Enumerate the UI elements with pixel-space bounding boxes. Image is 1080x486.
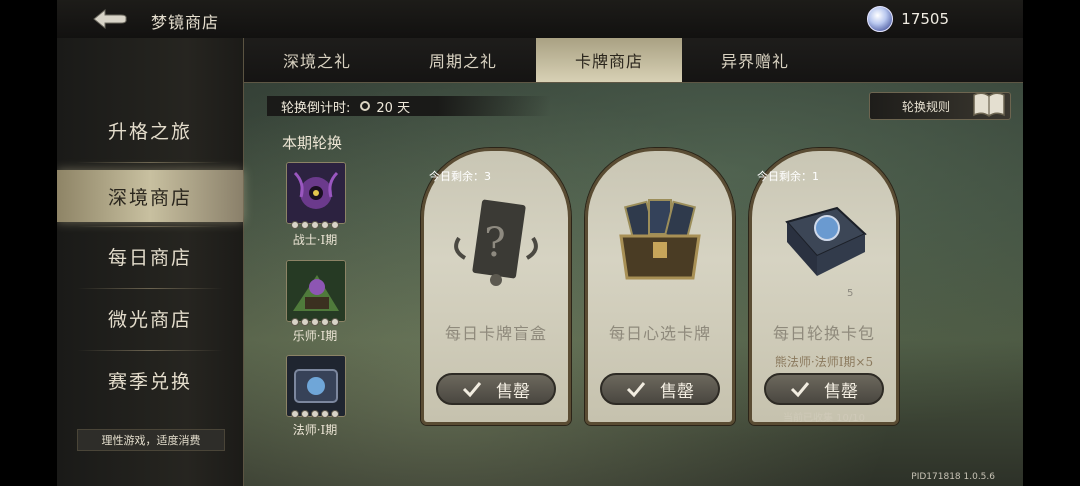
collection-progress: 当前已收集 10/10: [783, 413, 865, 424]
product-card-daily-pick[interactable]: 每日心选卡牌 售罄: [585, 130, 735, 425]
sold-out-button[interactable]: 售罄: [600, 373, 720, 405]
rotation-label-warrior: 战士·I期: [292, 233, 338, 247]
tab-card-shop[interactable]: 卡牌商店: [536, 38, 682, 82]
sidebar-item-glimmer-shop[interactable]: 微光商店: [57, 292, 243, 344]
product-name: 每日卡牌盲盒: [444, 324, 547, 343]
card-chest-icon: [619, 199, 701, 280]
sidebar-item-deep-shop[interactable]: 深境商店: [57, 170, 243, 222]
rotation-label-musician: 乐师·I期: [292, 329, 338, 343]
sidebar-item-season-exchange[interactable]: 赛季兑换: [57, 354, 243, 406]
tab-otherworld-gift[interactable]: 异界赠礼: [682, 38, 828, 82]
mage-card-pack-art: [287, 356, 345, 416]
rotation-countdown: 轮换倒计时: 20 天: [267, 96, 551, 116]
shop-tabs: 深境之礼 周期之礼 卡牌商店 异界赠礼: [244, 38, 1023, 83]
card-pack-icon: [785, 206, 867, 276]
sold-out-label: 售罄: [496, 381, 530, 402]
tab-deep-gift[interactable]: 深境之礼: [244, 38, 390, 82]
shop-screen: 梦镜商店 17505 升格之旅 深境商店 每日商店 微光商店 赛季兑换 理性游戏…: [57, 0, 1023, 486]
mystery-card-icon: ?: [454, 199, 538, 286]
product-card-rotation-pack[interactable]: 今日剩余：1 5 每日轮换卡包 熊法师·法师I期×5 售罄 当前已收集 10/1…: [749, 130, 899, 425]
sold-out-label: 售罄: [824, 381, 858, 402]
sidebar: 升格之旅 深境商店 每日商店 微光商店 赛季兑换 理性游戏，适度消费: [57, 38, 244, 486]
product-name: 每日轮换卡包: [772, 324, 875, 343]
version-info: PID171818 1.0.5.6: [911, 472, 995, 482]
sidebar-divider: [77, 350, 223, 351]
countdown-value: 20 天: [376, 100, 411, 116]
product-subtitle: 熊法师·法师I期×5: [774, 355, 874, 369]
clock-icon: [360, 101, 371, 111]
check-icon: [790, 382, 810, 398]
currency-value: 17505: [901, 10, 949, 28]
play-responsibly-notice: 理性游戏，适度消费: [77, 429, 225, 451]
sidebar-divider: [77, 288, 223, 289]
warrior-card-art: [287, 163, 345, 223]
musician-card-art: [287, 261, 345, 321]
product-card-blind-box[interactable]: 今日剩余：3 ? 每日卡牌盲盒 售罄: [421, 130, 571, 425]
top-bar: 梦镜商店 17505: [57, 0, 1023, 39]
dream-crystal-icon: [867, 6, 894, 32]
rotation-card-mage[interactable]: [286, 355, 346, 417]
product-name: 每日心选卡牌: [608, 324, 711, 343]
book-icon: [973, 92, 1005, 117]
rules-label: 轮换规则: [902, 99, 951, 114]
sold-out-button[interactable]: 售罄: [764, 373, 884, 405]
sidebar-divider: [77, 162, 223, 163]
remaining-count: 今日剩余：1: [757, 170, 819, 183]
sidebar-divider: [77, 226, 223, 227]
rotation-card-musician[interactable]: [286, 260, 346, 322]
remaining-count: 今日剩余：3: [429, 170, 491, 183]
musician-stars: [287, 318, 343, 326]
rotation-rules-button[interactable]: 轮换规则: [869, 92, 1011, 120]
sidebar-item-daily-shop[interactable]: 每日商店: [57, 230, 243, 282]
currency-display[interactable]: 17505: [867, 6, 949, 32]
warrior-stars: [287, 221, 343, 229]
svg-text:?: ?: [484, 220, 505, 266]
check-icon: [462, 382, 482, 398]
countdown-label: 轮换倒计时:: [281, 100, 351, 116]
back-arrow-icon[interactable]: [91, 6, 129, 32]
page-title: 梦镜商店: [151, 13, 220, 32]
sold-out-label: 售罄: [660, 381, 694, 402]
mage-stars: [287, 410, 343, 418]
tab-cycle-gift[interactable]: 周期之礼: [390, 38, 536, 82]
rotation-card-warrior[interactable]: [286, 162, 346, 224]
rotation-label-mage: 法师·I期: [292, 423, 338, 437]
sidebar-item-ascension[interactable]: 升格之旅: [57, 104, 243, 156]
rotation-title: 本期轮换: [282, 134, 343, 152]
pack-count-badge: 5: [847, 288, 854, 299]
sold-out-button[interactable]: 售罄: [436, 373, 556, 405]
check-icon: [626, 382, 646, 398]
